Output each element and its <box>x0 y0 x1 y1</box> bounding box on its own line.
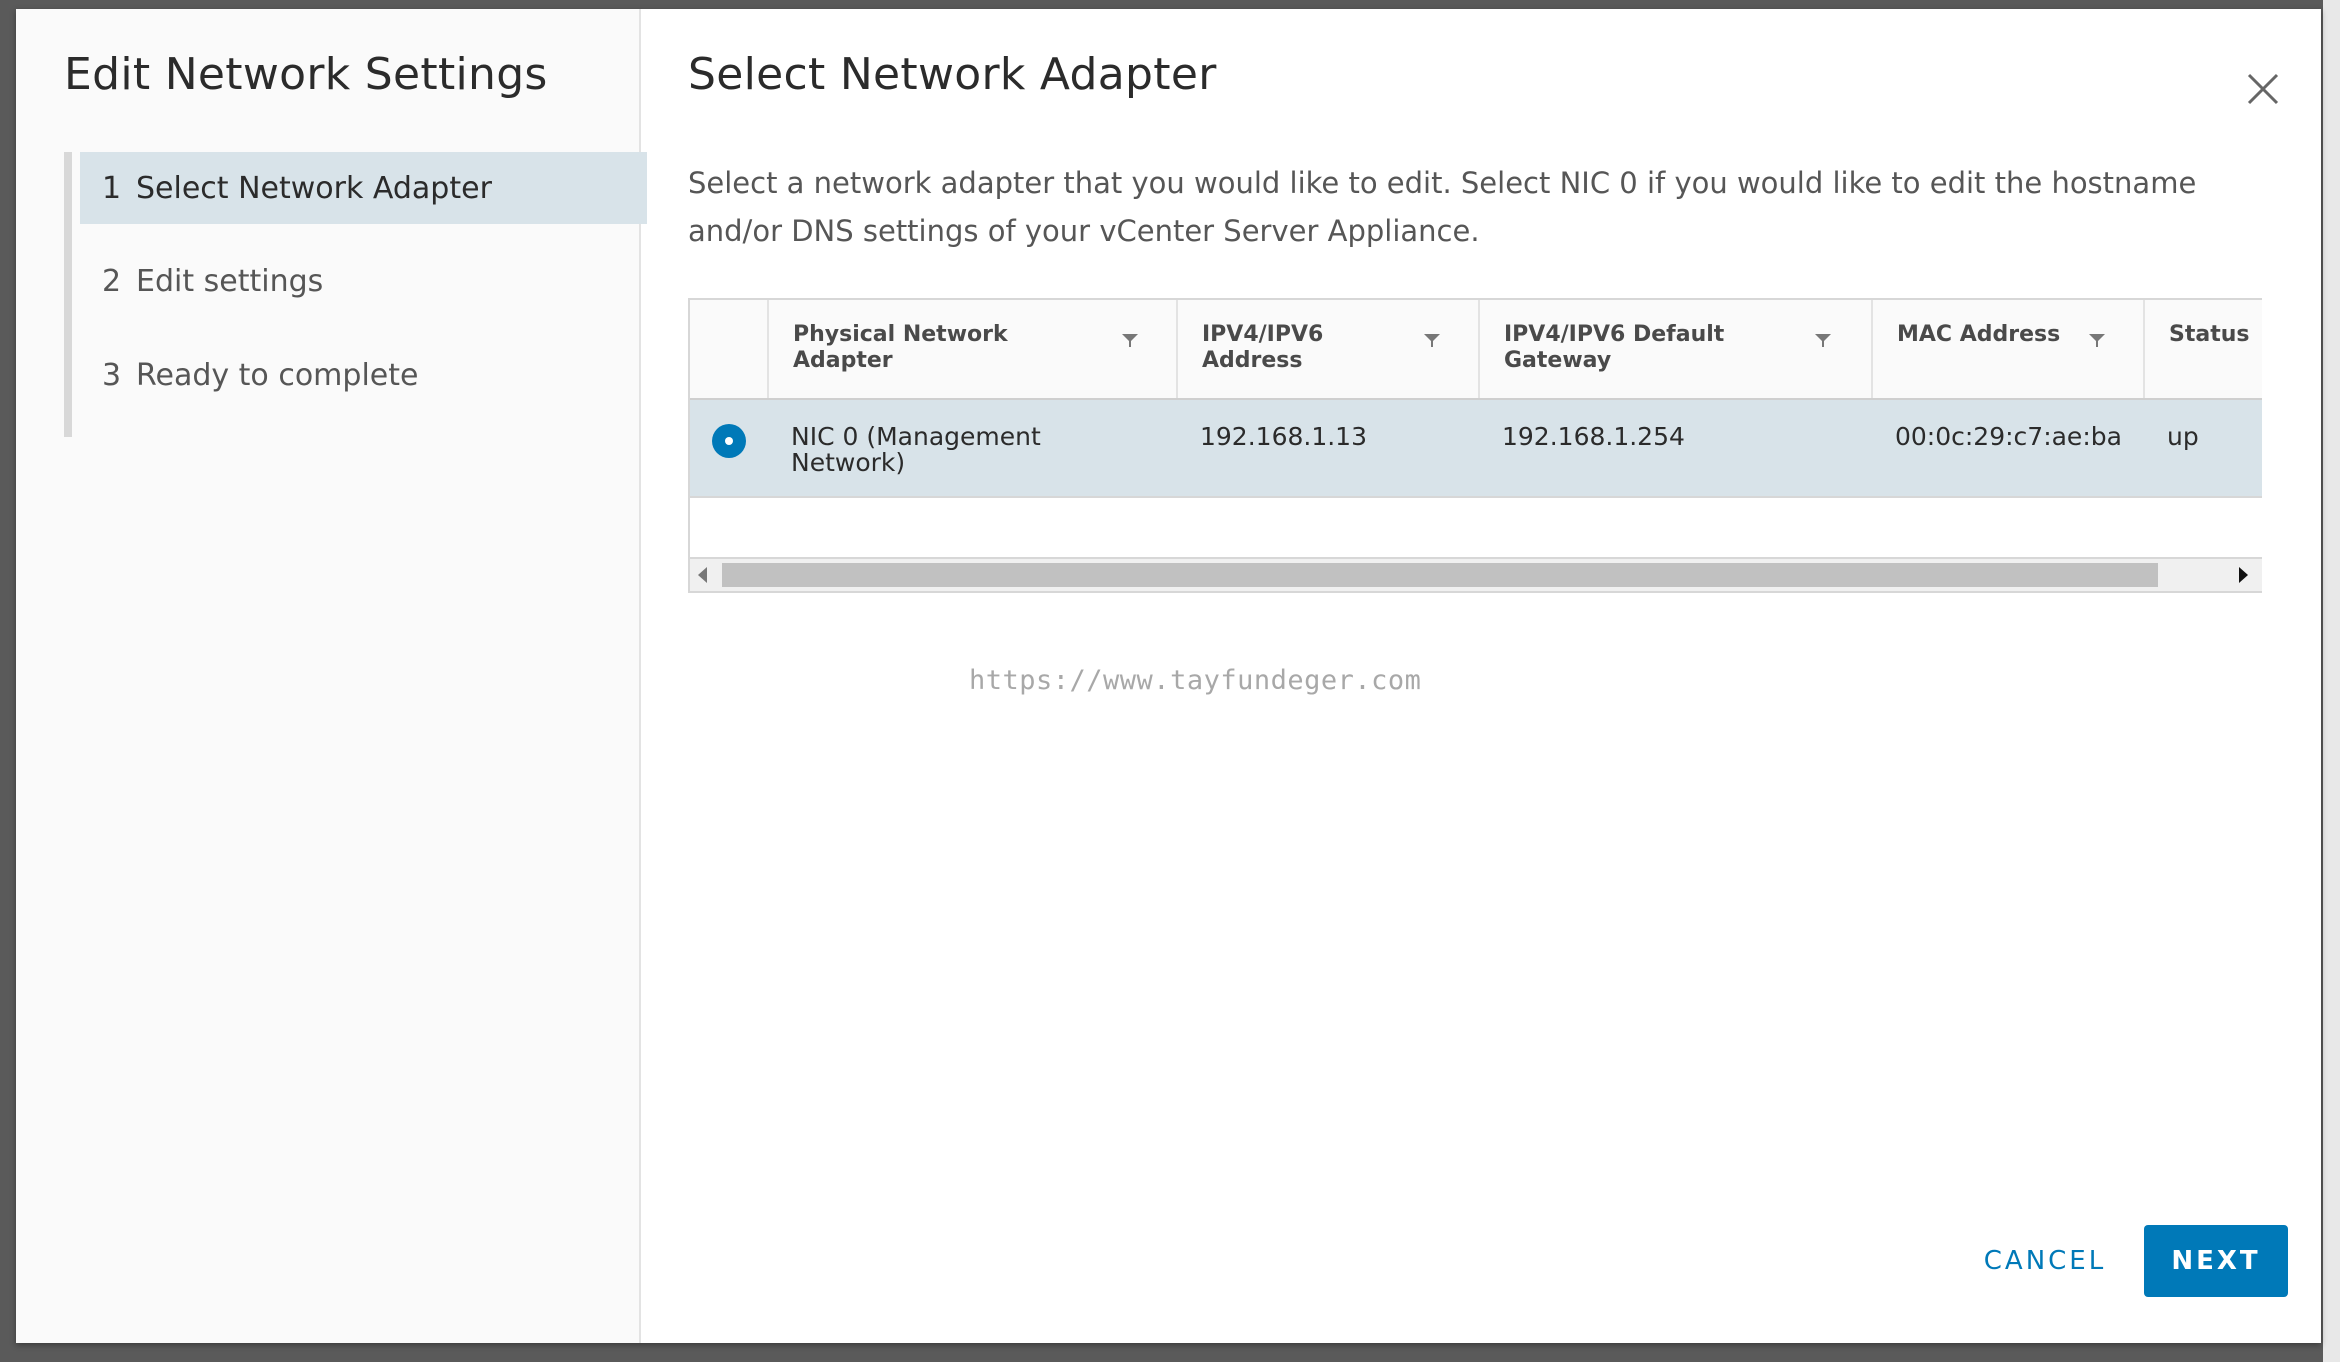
cancel-button[interactable]: CANCEL <box>1965 1225 2125 1297</box>
scroll-right-arrow-icon[interactable] <box>2239 567 2248 583</box>
wizard-sidebar: Edit Network Settings 1 Select Network A… <box>16 9 647 1343</box>
step-label: Ready to complete <box>136 357 419 393</box>
column-header-physical-network-adapter: Physical Network Adapter <box>767 300 1176 398</box>
cell-address: 192.168.1.13 <box>1200 422 1367 451</box>
edit-network-settings-dialog: Edit Network Settings 1 Select Network A… <box>16 9 2321 1343</box>
wizard-steps: 1 Select Network Adapter 2 Edit settings… <box>64 152 647 437</box>
scroll-thumb[interactable] <box>722 563 2158 587</box>
network-adapter-grid: Physical Network Adapter IPV4/IPV6 Addre… <box>688 298 2262 593</box>
step-label: Edit settings <box>136 263 324 299</box>
step-number: 3 <box>102 357 122 393</box>
wizard-title: Edit Network Settings <box>64 49 548 100</box>
wizard-content: Select Network Adapter Select a network … <box>642 9 2321 1343</box>
horizontal-scrollbar[interactable] <box>690 557 2262 591</box>
column-header-mac-address: MAC Address <box>1871 300 2143 398</box>
column-label: Physical Network Adapter <box>793 322 1008 373</box>
column-header-default-gateway: IPV4/IPV6 Default Gateway <box>1478 300 1871 398</box>
column-label: MAC Address <box>1897 322 2061 347</box>
cell-adapter: NIC 0 (Management Network) <box>791 422 1041 477</box>
filter-icon[interactable] <box>1422 330 1442 350</box>
cell-mac: 00:0c:29:c7:ae:ba <box>1895 422 2122 451</box>
wizard-step-ready-to-complete[interactable]: 3 Ready to complete <box>80 339 647 411</box>
close-icon <box>2247 73 2279 105</box>
column-label: IPV4/IPV6 Address <box>1202 322 1324 373</box>
step-label: Select Network Adapter <box>136 170 492 206</box>
scroll-left-arrow-icon[interactable] <box>698 567 707 583</box>
filter-icon[interactable] <box>2087 330 2107 350</box>
filter-icon[interactable] <box>1120 330 1140 350</box>
cell-status: up <box>2167 422 2199 451</box>
column-label: Status <box>2169 322 2250 347</box>
watermark-text: https://www.tayfundeger.com <box>969 665 1422 696</box>
column-header-status: Status <box>2143 300 2262 398</box>
page-title: Select Network Adapter <box>688 49 1217 100</box>
wizard-step-edit-settings[interactable]: 2 Edit settings <box>80 245 647 317</box>
cell-gateway: 192.168.1.254 <box>1502 422 1685 451</box>
page-backdrop <box>2323 0 2340 1362</box>
select-column-header <box>690 300 767 398</box>
step-number: 1 <box>102 170 122 206</box>
close-button[interactable] <box>2241 67 2285 111</box>
table-row[interactable]: NIC 0 (Management Network) 192.168.1.13 … <box>690 400 2262 498</box>
page-description: Select a network adapter that you would … <box>688 166 2197 248</box>
next-button[interactable]: NEXT <box>2144 1225 2288 1297</box>
grid-header: Physical Network Adapter IPV4/IPV6 Addre… <box>690 300 2262 400</box>
filter-icon[interactable] <box>1813 330 1833 350</box>
row-select-radio[interactable] <box>712 424 746 458</box>
column-header-ip-address: IPV4/IPV6 Address <box>1176 300 1478 398</box>
wizard-step-select-network-adapter[interactable]: 1 Select Network Adapter <box>80 152 647 224</box>
step-number: 2 <box>102 263 122 299</box>
column-label: IPV4/IPV6 Default Gateway <box>1504 322 1725 373</box>
